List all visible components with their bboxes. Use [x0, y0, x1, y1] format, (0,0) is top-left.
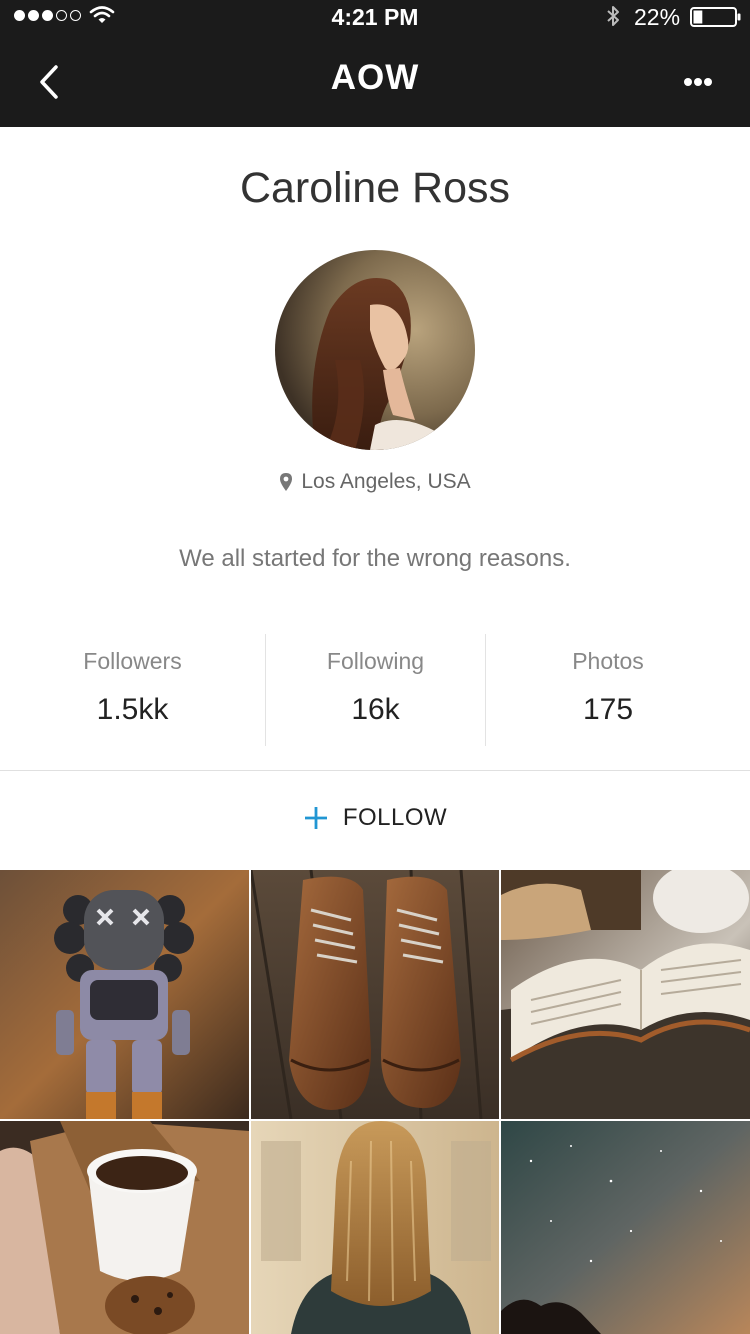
photo-coffee-cup [0, 1121, 249, 1334]
location-pin-icon [280, 473, 293, 491]
photo-tile[interactable] [251, 1121, 499, 1334]
photo-leather-shoes [251, 870, 499, 1119]
location-text: Los Angeles, USA [301, 470, 471, 493]
profile-bio: We all started for the wrong reasons. [179, 545, 571, 572]
bluetooth-icon [607, 6, 619, 26]
page-title: AOW [330, 58, 420, 97]
avatar-photo [275, 250, 475, 450]
stat-followers[interactable]: Followers 1.5kk [0, 634, 265, 746]
nav-bar: AOW [0, 34, 750, 127]
follow-label: FOLLOW [342, 804, 448, 831]
battery-percent: 22% [634, 4, 681, 30]
photo-tile[interactable] [501, 870, 750, 1119]
photo-night-sky [501, 1121, 750, 1334]
profile-name: Caroline Ross [239, 164, 511, 212]
stat-value: 16k [351, 693, 400, 726]
app-header: 4:21 PM 22% AOW [0, 0, 750, 127]
avatar[interactable] [275, 250, 475, 450]
stat-value: 175 [582, 693, 634, 726]
stat-value: 1.5kk [96, 693, 169, 726]
stat-label: Following [326, 648, 425, 674]
photo-grid [0, 870, 750, 1334]
stat-label: Photos [572, 648, 644, 674]
status-bar: 4:21 PM 22% [0, 0, 750, 34]
photo-tile[interactable] [0, 1121, 249, 1334]
photo-blonde-hair [251, 1121, 499, 1334]
photo-toy-figure [0, 870, 249, 1119]
profile-stats: Followers 1.5kk Following 16k Photos 175 [0, 634, 750, 746]
photo-tile[interactable] [501, 1121, 750, 1334]
photo-open-book [501, 870, 750, 1119]
plus-icon [304, 807, 327, 829]
more-horizontal-icon [684, 78, 712, 86]
more-options-button[interactable] [670, 64, 726, 100]
section-divider [0, 770, 750, 771]
stat-following[interactable]: Following 16k [266, 634, 485, 746]
follow-button[interactable]: FOLLOW [290, 795, 460, 841]
battery-icon [690, 7, 741, 27]
photo-tile[interactable] [251, 870, 499, 1119]
stat-photos[interactable]: Photos 175 [486, 634, 730, 746]
stat-label: Followers [83, 648, 182, 674]
photo-tile[interactable] [0, 870, 249, 1119]
location: Los Angeles, USA [0, 470, 750, 494]
